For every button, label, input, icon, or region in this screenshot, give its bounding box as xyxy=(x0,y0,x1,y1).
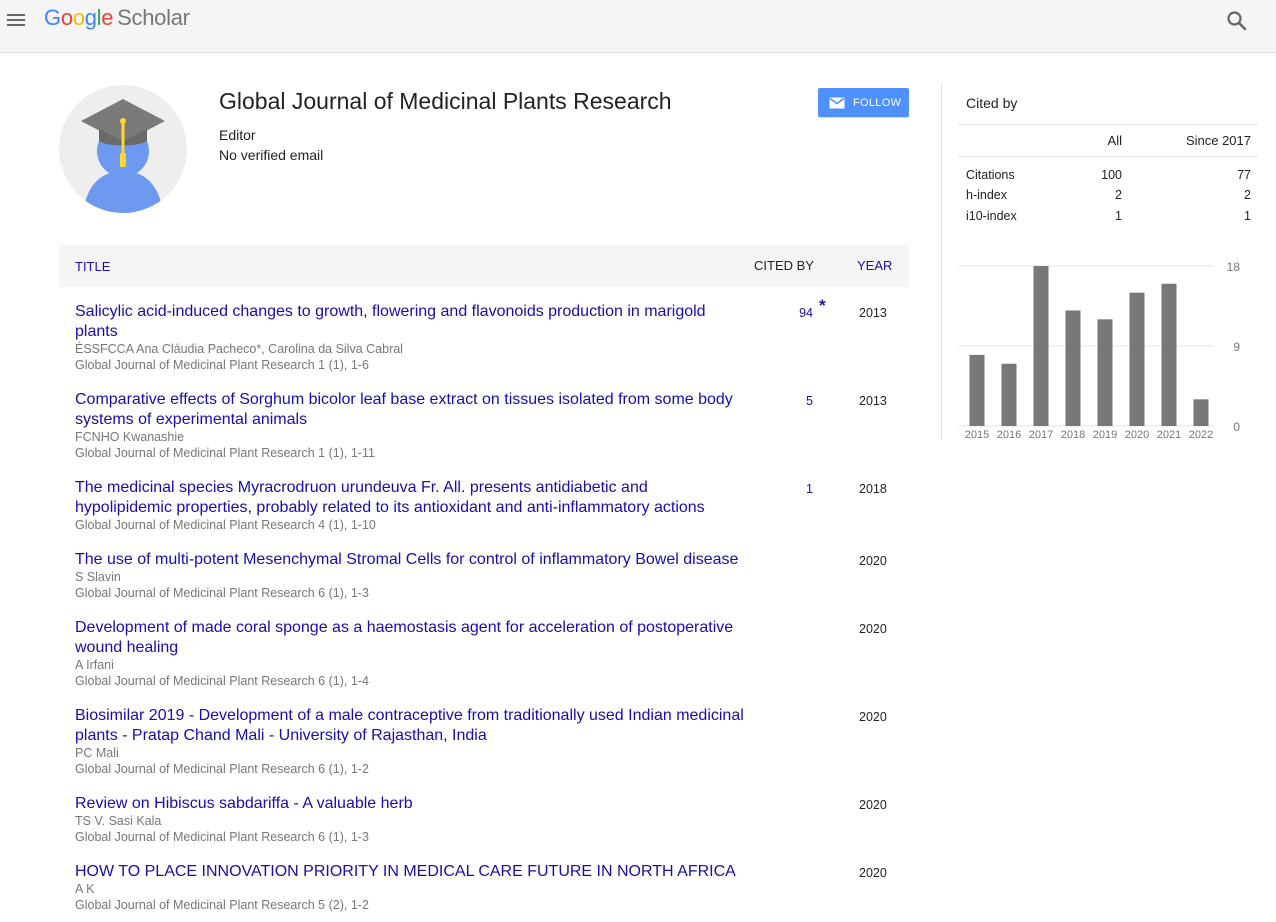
article-authors: S Slavin xyxy=(75,570,121,584)
cited-by-title: Cited by xyxy=(966,95,1018,111)
article-year: 2020 xyxy=(859,710,887,724)
cited-by-count-link[interactable]: 5 xyxy=(759,390,813,412)
article-venue: Global Journal of Medicinal Plant Resear… xyxy=(75,830,369,844)
graduate-cap-avatar-icon xyxy=(81,99,165,213)
chart-bar[interactable] xyxy=(1129,292,1145,426)
article-title-link[interactable]: Review on Hibiscus sabdariffa - A valuab… xyxy=(75,794,745,814)
profile-email-status: No verified email xyxy=(219,147,324,163)
article-year: 2020 xyxy=(859,798,887,812)
mail-icon xyxy=(829,97,845,108)
cited-by-count-link[interactable]: 1 xyxy=(759,478,813,500)
article-authors: A Irfani xyxy=(75,658,114,672)
cited-by-count-link[interactable]: 94 xyxy=(759,302,813,324)
sort-by-title-link[interactable]: TITLE xyxy=(75,259,110,274)
stat-label[interactable]: i10-index xyxy=(966,209,1017,223)
article-venue: Global Journal of Medicinal Plant Resear… xyxy=(75,518,376,532)
article-year: 2020 xyxy=(859,866,887,880)
chart-x-tick-label: 2015 xyxy=(965,429,989,441)
article-venue: Global Journal of Medicinal Plant Resear… xyxy=(75,586,369,600)
article-authors: TS V. Sasi Kala xyxy=(75,814,162,828)
article-year: 2020 xyxy=(859,622,887,636)
cited-by-col-since: Since 2017 xyxy=(1185,133,1251,148)
chart-x-tick-label: 2020 xyxy=(1125,429,1149,441)
follow-label: FOLLOW xyxy=(853,96,902,109)
article-title-link[interactable]: The medicinal species Myracrodruon urund… xyxy=(75,478,745,518)
article-authors: A K xyxy=(75,882,95,896)
chart-x-tick-label: 2022 xyxy=(1189,429,1213,441)
stat-since: 1 xyxy=(1244,209,1251,223)
sidebar-divider xyxy=(941,85,942,440)
merged-citations-star[interactable]: * xyxy=(819,296,826,316)
chart-bar[interactable] xyxy=(969,354,985,426)
article-year: 2013 xyxy=(859,394,887,408)
menu-icon[interactable] xyxy=(4,8,28,32)
stat-all: 100 xyxy=(1101,168,1122,182)
stat-since: 2 xyxy=(1244,188,1251,202)
article-title-link[interactable]: Salicylic acid-induced changes to growth… xyxy=(75,302,745,342)
chart-x-tick-label: 2018 xyxy=(1061,429,1085,441)
cited-by-divider xyxy=(958,156,1258,157)
chart-bar[interactable] xyxy=(1097,319,1113,426)
article-venue: Global Journal of Medicinal Plant Resear… xyxy=(75,762,369,776)
articles-table-header: TITLE CITED BY YEAR xyxy=(59,245,909,287)
follow-button[interactable]: FOLLOW xyxy=(818,88,909,117)
stat-since: 77 xyxy=(1237,168,1251,182)
stat-label[interactable]: h-index xyxy=(966,188,1007,202)
chart-x-tick-label: 2016 xyxy=(997,429,1021,441)
article-venue: Global Journal of Medicinal Plant Resear… xyxy=(75,898,369,912)
article-authors: ÉSSFCCA Ana Cláudia Pacheco*, Carolina d… xyxy=(75,342,403,356)
chart-bar[interactable] xyxy=(1033,266,1049,426)
article-venue: Global Journal of Medicinal Plant Resear… xyxy=(75,674,369,688)
article-venue: Global Journal of Medicinal Plant Resear… xyxy=(75,446,375,460)
chart-bar[interactable] xyxy=(1001,363,1017,426)
stat-label[interactable]: Citations xyxy=(966,168,1015,182)
chart-bar[interactable] xyxy=(1193,399,1209,426)
chart-y-tick-label: 9 xyxy=(1233,340,1240,354)
article-title-link[interactable]: The use of multi-potent Mesenchymal Stro… xyxy=(75,550,745,570)
chart-bar[interactable] xyxy=(1161,283,1177,426)
article-year: 2018 xyxy=(859,482,887,496)
cited-by-divider xyxy=(958,124,1258,125)
chart-y-tick-label: 0 xyxy=(1233,420,1240,434)
chart-y-tick-label: 18 xyxy=(1227,260,1241,274)
avatar xyxy=(59,85,187,213)
top-bar: Google Scholar xyxy=(0,0,1276,53)
article-title-link[interactable]: Comparative effects of Sorghum bicolor l… xyxy=(75,390,745,430)
chart-bar[interactable] xyxy=(1065,310,1081,426)
profile-name: Global Journal of Medicinal Plants Resea… xyxy=(219,88,672,114)
sort-by-year-link[interactable]: YEAR xyxy=(857,258,892,273)
article-title-link[interactable]: HOW TO PLACE INNOVATION PRIORITY IN MEDI… xyxy=(75,862,745,882)
stat-all: 1 xyxy=(1115,209,1122,223)
chart-x-tick-label: 2021 xyxy=(1157,429,1181,441)
chart-x-tick-label: 2017 xyxy=(1029,429,1053,441)
google-scholar-logo[interactable]: Google Scholar xyxy=(44,5,190,31)
stat-all: 2 xyxy=(1115,188,1122,202)
search-icon[interactable] xyxy=(1226,10,1248,32)
chart-x-tick-label: 2019 xyxy=(1093,429,1117,441)
profile-affiliation: Editor xyxy=(219,127,256,143)
citations-per-year-chart: 0 9 18 2015 2016 2017 2018 2019 2020 2021 2022 xyxy=(958,260,1241,441)
article-authors: FCNHO Kwanashie xyxy=(75,430,185,444)
article-year: 2020 xyxy=(859,554,887,568)
article-year: 2013 xyxy=(859,306,887,320)
article-title-link[interactable]: Biosimilar 2019 - Development of a male … xyxy=(75,706,745,746)
article-authors: PC Mali xyxy=(75,746,119,760)
article-venue: Global Journal of Medicinal Plant Resear… xyxy=(75,358,369,372)
cited-by-col-all: All xyxy=(1107,133,1122,148)
article-title-link[interactable]: Development of made coral sponge as a ha… xyxy=(75,618,745,658)
sort-by-cited-link[interactable]: CITED BY xyxy=(754,258,814,273)
